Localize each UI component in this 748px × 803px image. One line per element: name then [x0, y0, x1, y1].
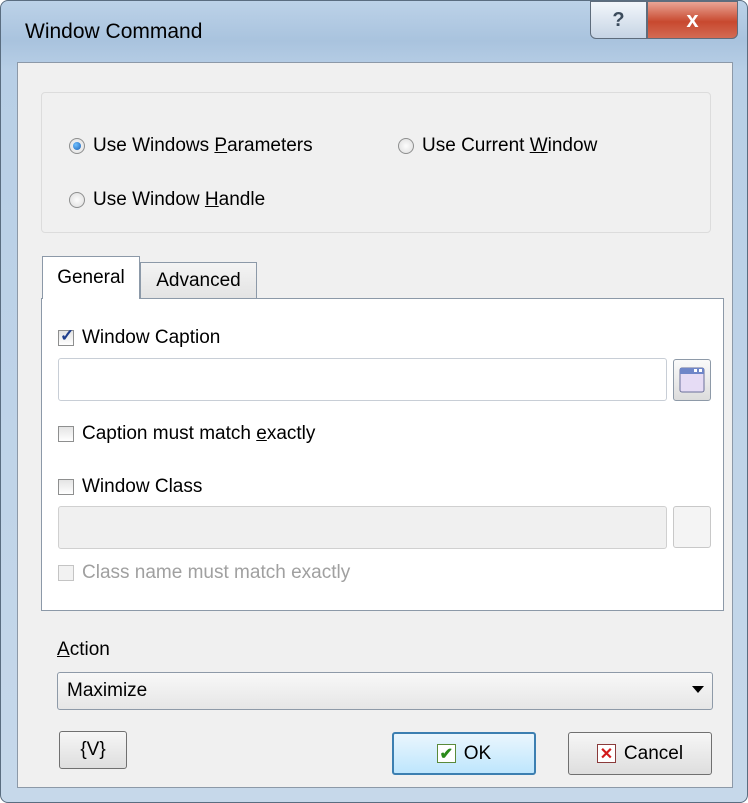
help-button[interactable]: ? [590, 1, 647, 39]
radio-label: Use Windows Parameters [93, 135, 313, 156]
caption-match-exactly-checkbox[interactable]: Caption must match exactly [58, 423, 315, 445]
checkbox-label: Window Class [82, 476, 203, 497]
title-bar[interactable]: Window Command ? x [1, 1, 747, 71]
action-select[interactable]: Maximize [57, 672, 713, 710]
class-match-exactly-checkbox[interactable]: Class name must match exactly [58, 562, 350, 584]
checkbox-label: Caption must match exactly [82, 423, 316, 444]
dialog-window: Window Command ? x Use Windows Parameter… [0, 0, 748, 803]
checkbox-indicator [58, 479, 74, 495]
window-picker-icon [679, 367, 705, 393]
window-title: Window Command [25, 20, 203, 43]
radio-use-windows-parameters[interactable]: Use Windows Parameters [69, 135, 313, 157]
radio-indicator [69, 192, 85, 208]
checkbox-indicator [58, 326, 74, 346]
checkbox-indicator [58, 565, 74, 581]
radio-use-window-handle[interactable]: Use Window Handle [69, 189, 265, 211]
window-picker-button[interactable] [673, 359, 711, 401]
tab-advanced[interactable]: Advanced [140, 262, 257, 298]
variables-button[interactable]: {V} [59, 731, 127, 769]
cancel-button-label: Cancel [623, 742, 684, 764]
dialog-client-area: Use Windows Parameters Use Current Windo… [17, 62, 733, 788]
tab-label: General [57, 267, 125, 288]
window-caption-checkbox[interactable]: Window Caption [58, 326, 221, 349]
variables-button-label: {V} [80, 739, 106, 760]
class-picker-button[interactable] [673, 506, 711, 548]
checkmark-icon: ✔ [436, 744, 456, 763]
close-icon: x [686, 7, 699, 32]
window-caption-input[interactable] [58, 358, 667, 401]
checkbox-label: Class name must match exactly [82, 562, 351, 583]
cancel-x-icon: ✕ [596, 744, 616, 763]
ok-button[interactable]: ✔ OK [392, 732, 536, 775]
radio-label: Use Window Handle [93, 189, 266, 210]
close-button[interactable]: x [647, 1, 738, 39]
cancel-button[interactable]: ✕ Cancel [568, 732, 712, 775]
checkbox-indicator [58, 426, 74, 442]
checkbox-label: Window Caption [82, 327, 221, 348]
tab-general[interactable]: General [42, 256, 140, 299]
radio-indicator [69, 138, 85, 154]
help-icon: ? [612, 8, 625, 31]
radio-use-current-window[interactable]: Use Current Window [398, 135, 597, 157]
chevron-down-icon [692, 686, 704, 693]
radio-label: Use Current Window [422, 135, 598, 156]
radio-indicator [398, 138, 414, 154]
window-class-input[interactable] [58, 506, 667, 549]
tab-label: Advanced [156, 269, 241, 291]
action-selected-value: Maximize [67, 680, 148, 701]
action-label: Action [57, 639, 110, 660]
mode-group: Use Windows Parameters Use Current Windo… [41, 92, 711, 233]
tab-panel-general: Window Caption Caption must match exactl… [41, 298, 724, 611]
ok-button-label: OK [463, 742, 492, 764]
window-class-checkbox[interactable]: Window Class [58, 476, 202, 498]
